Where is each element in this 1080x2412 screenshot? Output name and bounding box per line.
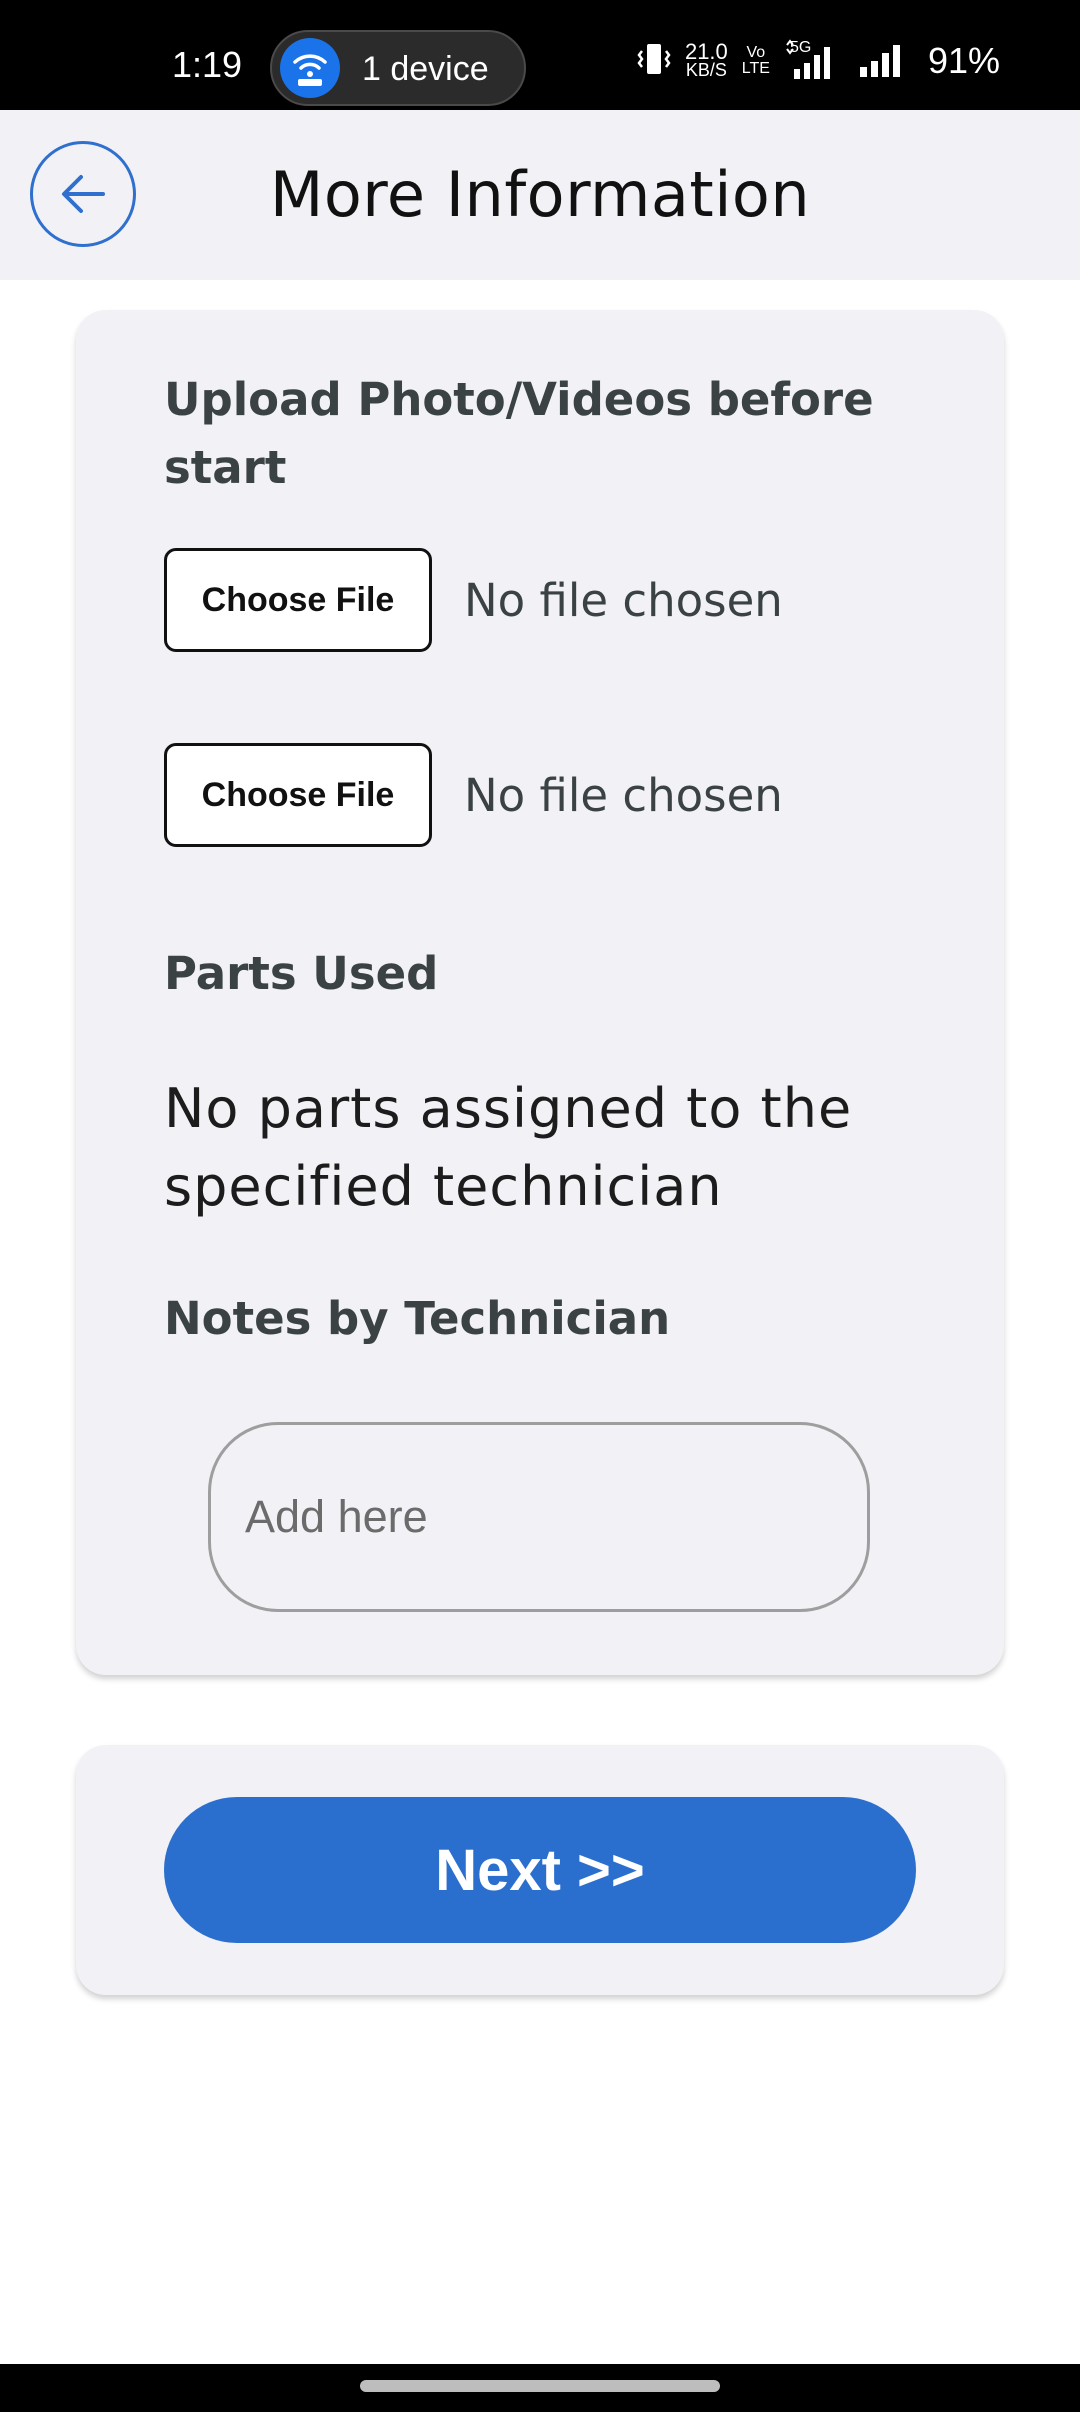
more-information-card: Upload Photo/Videos before start Choose …	[76, 310, 1004, 1675]
parts-empty-message: No parts assigned to the specified techn…	[164, 1077, 853, 1218]
technician-notes-input[interactable]	[208, 1422, 870, 1612]
file-status-text: No file chosen	[464, 768, 783, 822]
network-speed: 21.0 KB/S	[684, 39, 728, 80]
parts-used-heading: Parts Used	[164, 947, 439, 1000]
file-status-text: No file chosen	[464, 573, 783, 627]
choose-file-button[interactable]: Choose File	[164, 548, 432, 652]
status-bar: 1:19 1 device 21.0 KB/S Vo LTE 5G 91%	[0, 0, 1080, 110]
next-card: Next >>	[76, 1745, 1004, 1995]
app-bar: More Information	[0, 110, 1080, 280]
hotspot-device-pill[interactable]: 1 device	[270, 30, 526, 106]
volte-top-label: Vo	[746, 44, 766, 61]
home-indicator[interactable]	[360, 2380, 720, 2392]
network-speed-value: 21.0	[684, 39, 728, 64]
network-speed-unit: KB/S	[685, 60, 727, 80]
page-title: More Information	[269, 158, 811, 231]
choose-file-button[interactable]: Choose File	[164, 743, 432, 847]
notes-heading: Notes by Technician	[164, 1292, 671, 1345]
signal-icon	[858, 39, 908, 84]
volte-bottom-label: LTE	[741, 60, 770, 77]
wifi-hotspot-icon	[280, 38, 340, 98]
upload-section-heading: Upload Photo/Videos before start	[164, 373, 874, 494]
status-indicators: 21.0 KB/S Vo LTE 5G 91%	[637, 36, 1000, 86]
battery-level: 91%	[927, 40, 1000, 81]
device-count-label: 1 device	[362, 50, 489, 88]
file-upload-row: Choose File No file chosen	[164, 548, 783, 652]
navigation-bar	[0, 2364, 1080, 2412]
file-upload-row: Choose File No file chosen	[164, 743, 783, 847]
status-time: 1:19	[172, 44, 243, 85]
volte-indicator: Vo LTE	[742, 45, 770, 77]
next-button[interactable]: Next >>	[164, 1797, 916, 1943]
vibrate-icon	[637, 41, 671, 82]
signal-5g-icon: 5G	[784, 39, 844, 83]
